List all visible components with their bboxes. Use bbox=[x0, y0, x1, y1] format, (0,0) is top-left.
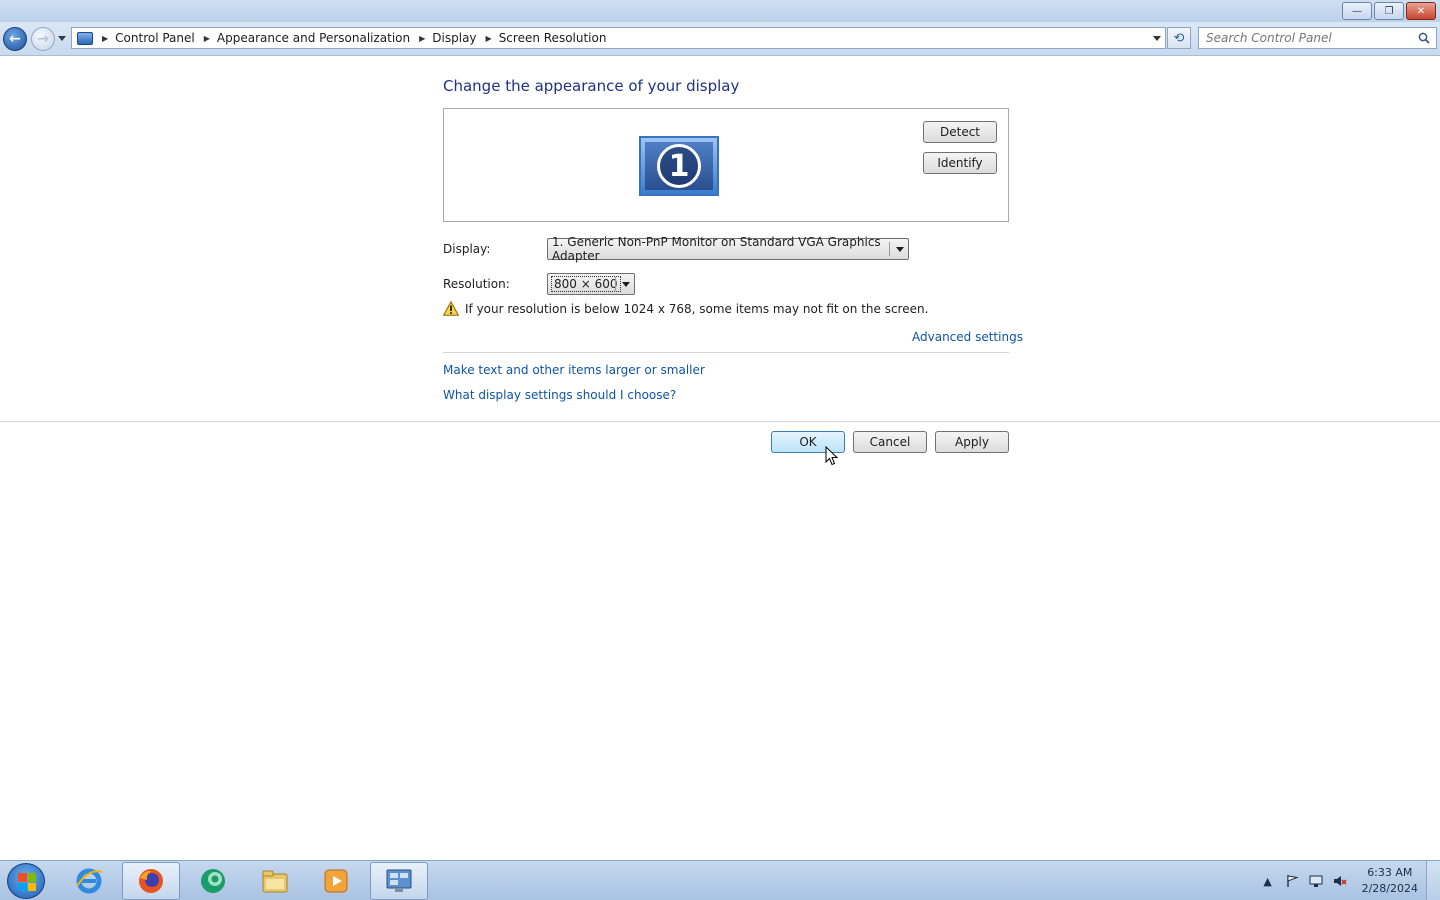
taskbar-media-player[interactable] bbox=[307, 862, 365, 900]
refresh-button[interactable]: ⟲ bbox=[1167, 27, 1191, 49]
navigation-bar: ← → ▶ Control Panel ▶ Appearance and Per… bbox=[0, 22, 1440, 56]
system-tray: ▲ 6:33 AM 2/28/2024 bbox=[1256, 861, 1440, 900]
identify-button[interactable]: Identify bbox=[923, 152, 997, 174]
chevron-down-icon[interactable] bbox=[896, 247, 904, 252]
action-center-flag-icon[interactable] bbox=[1284, 873, 1300, 889]
chevron-right-icon[interactable]: ▶ bbox=[486, 34, 492, 43]
show-desktop-button[interactable] bbox=[1426, 861, 1440, 900]
taskbar-internet-explorer[interactable] bbox=[60, 862, 118, 900]
footer-divider bbox=[0, 421, 1440, 422]
green-app-icon bbox=[201, 869, 225, 893]
chevron-right-icon[interactable]: ▶ bbox=[204, 34, 210, 43]
show-hidden-icons-button[interactable]: ▲ bbox=[1260, 873, 1276, 889]
search-icon[interactable] bbox=[1418, 32, 1430, 44]
window-titlebar: — ❐ ✕ bbox=[0, 0, 1440, 22]
restore-button[interactable]: ❐ bbox=[1374, 2, 1404, 20]
internet-explorer-icon bbox=[76, 868, 103, 894]
taskbar-control-panel[interactable] bbox=[370, 862, 428, 900]
control-panel-icon bbox=[77, 31, 93, 45]
advanced-settings-link[interactable]: Advanced settings bbox=[912, 330, 1023, 344]
detect-button[interactable]: Detect bbox=[923, 121, 997, 143]
select-divider bbox=[889, 242, 890, 256]
warning-icon bbox=[443, 301, 459, 316]
chevron-down-icon[interactable] bbox=[622, 282, 630, 287]
resolution-warning-text: If your resolution is below 1024 x 768, … bbox=[465, 302, 929, 316]
close-button[interactable]: ✕ bbox=[1406, 2, 1436, 20]
clock-time: 6:33 AM bbox=[1367, 866, 1413, 879]
search-input[interactable] bbox=[1206, 31, 1416, 45]
cancel-button[interactable]: Cancel bbox=[853, 431, 927, 453]
page-title: Change the appearance of your display bbox=[443, 77, 740, 95]
window-controls: — ❐ ✕ bbox=[1342, 2, 1436, 20]
resolution-label: Resolution: bbox=[443, 277, 510, 291]
display-label: Display: bbox=[443, 242, 491, 256]
taskbar-file-explorer[interactable] bbox=[246, 862, 304, 900]
recent-pages-dropdown-icon[interactable] bbox=[58, 36, 66, 41]
media-player-icon bbox=[324, 869, 348, 893]
breadcrumb-appearance[interactable]: Appearance and Personalization bbox=[217, 31, 410, 45]
chevron-right-icon[interactable]: ▶ bbox=[102, 34, 108, 43]
control-panel-icon bbox=[386, 869, 412, 892]
display-select-value: 1. Generic Non-PnP Monitor on Standard V… bbox=[552, 235, 881, 263]
display-select[interactable]: 1. Generic Non-PnP Monitor on Standard V… bbox=[547, 235, 909, 263]
resolution-select-value: 800 × 600 bbox=[551, 276, 621, 292]
mouse-cursor-icon bbox=[825, 446, 839, 466]
monitor-1-thumbnail[interactable]: 1 bbox=[639, 136, 719, 196]
search-box[interactable] bbox=[1198, 27, 1437, 49]
section-divider bbox=[443, 352, 1009, 353]
folder-icon bbox=[262, 870, 288, 893]
chevron-right-icon[interactable]: ▶ bbox=[419, 34, 425, 43]
breadcrumb-display[interactable]: Display bbox=[432, 31, 476, 45]
resolution-select[interactable]: 800 × 600 bbox=[547, 273, 635, 295]
minimize-button[interactable]: — bbox=[1342, 2, 1372, 20]
taskbar-green-app[interactable] bbox=[184, 862, 242, 900]
monitor-screen: 1 bbox=[645, 142, 713, 190]
text-size-link[interactable]: Make text and other items larger or smal… bbox=[443, 363, 705, 377]
start-button[interactable] bbox=[7, 863, 45, 899]
address-history-dropdown-icon[interactable] bbox=[1153, 36, 1161, 41]
taskbar-firefox[interactable] bbox=[122, 862, 180, 900]
windows-logo-icon bbox=[18, 873, 36, 891]
breadcrumb-screen-resolution[interactable]: Screen Resolution bbox=[499, 31, 607, 45]
address-bar[interactable]: ▶ Control Panel ▶ Appearance and Persona… bbox=[71, 27, 1166, 49]
volume-muted-icon[interactable] bbox=[1332, 873, 1348, 889]
back-button[interactable]: ← bbox=[3, 27, 27, 51]
firefox-icon bbox=[139, 869, 163, 893]
display-settings-help-link[interactable]: What display settings should I choose? bbox=[443, 388, 676, 402]
select-divider bbox=[615, 277, 616, 291]
breadcrumb-control-panel[interactable]: Control Panel bbox=[115, 31, 195, 45]
clock[interactable]: 6:33 AM 2/28/2024 bbox=[1362, 865, 1418, 897]
network-icon[interactable] bbox=[1308, 873, 1324, 889]
taskbar: ▲ 6:33 AM 2/28/2024 bbox=[0, 860, 1440, 900]
apply-button[interactable]: Apply bbox=[935, 431, 1009, 453]
monitor-arrangement-panel: 1 Detect Identify bbox=[443, 108, 1009, 222]
clock-date: 2/28/2024 bbox=[1361, 882, 1418, 895]
forward-button[interactable]: → bbox=[31, 27, 55, 51]
monitor-number: 1 bbox=[657, 144, 701, 188]
